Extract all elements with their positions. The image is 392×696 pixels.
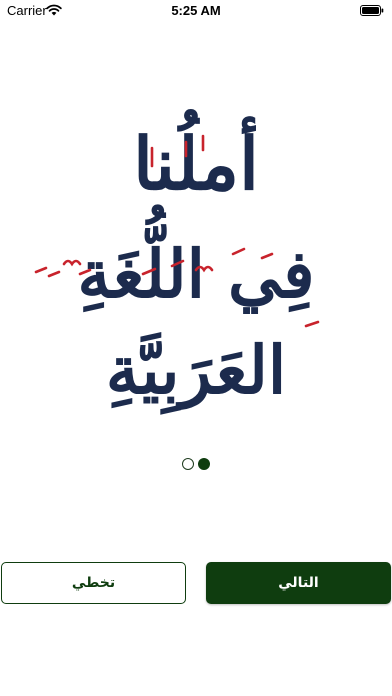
logo-title-line2: فِي اللُّغَةِ العَرَبِيَّةِ — [77, 235, 315, 409]
page-dot-1[interactable] — [182, 458, 194, 470]
app-logo: أملُنا فِي اللُّغَةِ العَرَبِيَّةِ — [0, 108, 392, 409]
status-time: 5:25 AM — [171, 3, 221, 18]
page-dot-2-current[interactable] — [198, 458, 210, 470]
onboarding-screen: Carrier 5:25 AM أملُنا فِي اللُّغَةِ الع… — [0, 0, 392, 696]
next-button[interactable]: التالي — [206, 562, 391, 604]
status-bar: Carrier 5:25 AM — [0, 0, 392, 22]
battery-icon — [360, 5, 384, 16]
logo-title-line1: أملُنا — [132, 121, 260, 206]
skip-button[interactable]: تخطي — [1, 562, 186, 604]
next-button-label: التالي — [278, 575, 319, 591]
page-indicator — [0, 458, 392, 470]
skip-button-label: تخطي — [71, 575, 116, 591]
